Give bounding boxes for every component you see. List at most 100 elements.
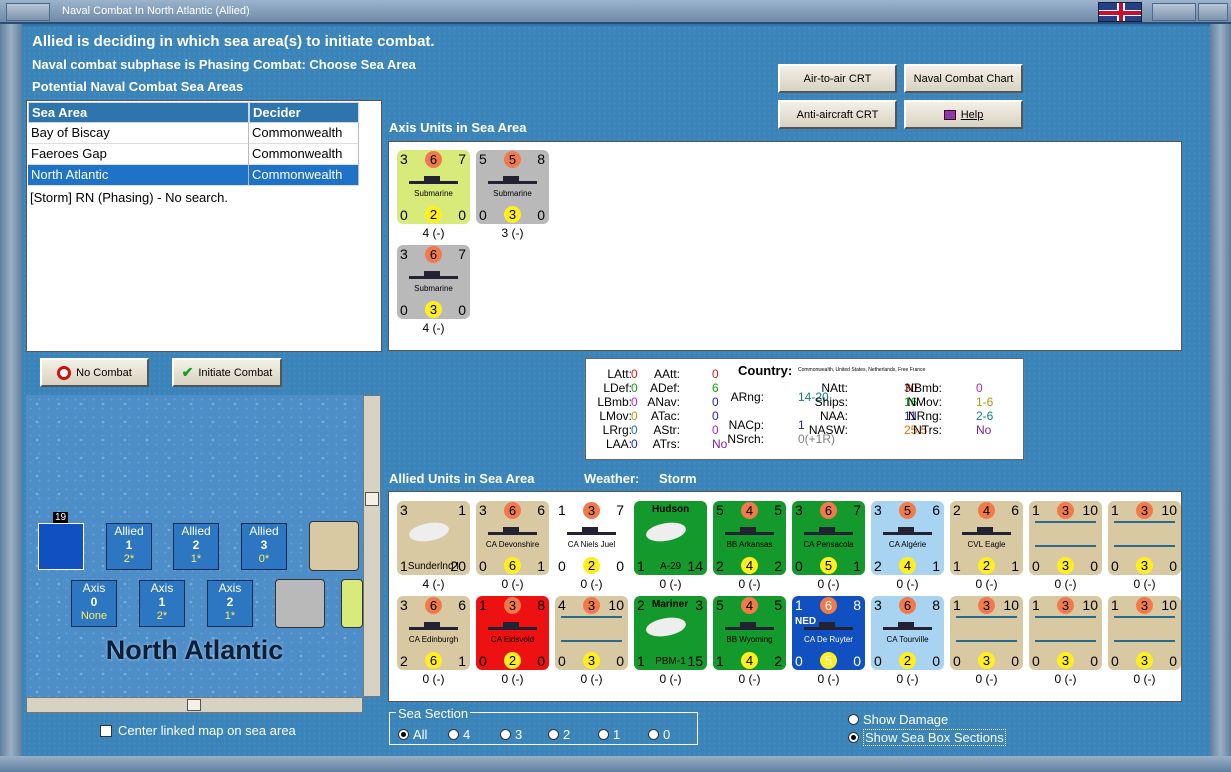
unit-counter[interactable]: 3 7 0 0 6 3 Submarine	[397, 245, 470, 319]
submarine-counter[interactable]	[341, 579, 363, 628]
sea-area-map[interactable]: 19 Allied 1 2* Allied 2 1* Allied 3 0* Axis 0 No…	[26, 395, 363, 697]
center-map-option[interactable]: Center linked map on sea area	[100, 723, 296, 738]
unit-tr-value: 5	[774, 502, 782, 518]
unit-tc-value: 6	[425, 151, 442, 168]
unit-counter[interactable]: 3 7 0 0 6 2 Submarine	[397, 150, 470, 224]
unit-br-value: 1	[537, 558, 545, 574]
system-menu-button[interactable]	[6, 3, 50, 21]
stat-value: 0	[712, 423, 719, 437]
unit-name: CA De Ruyter	[804, 635, 853, 644]
unit-br-value: 0	[1090, 558, 1098, 574]
phase-heading: Allied is deciding in which sea area(s) …	[32, 33, 435, 50]
unit-counter[interactable]: 1 10 0 0 3 3	[950, 596, 1023, 670]
button-label: Initiate Combat	[198, 366, 273, 379]
unit-counter[interactable]: 3 6 0 1 6 6 CA Devonshire	[476, 501, 549, 575]
unit-counter[interactable]: 1 10 0 0 3 3	[1108, 501, 1181, 575]
radio-button[interactable]	[848, 732, 859, 743]
uk-flag-icon	[1098, 2, 1142, 22]
initiate-combat-button[interactable]: ✔ Initiate Combat	[172, 358, 282, 387]
no-combat-button[interactable]: No Combat	[40, 358, 149, 387]
map-vertical-scrollbar[interactable]	[363, 395, 381, 697]
unit-tr-value: 8	[853, 597, 861, 613]
unit-bl-value: 0	[558, 653, 566, 669]
unit-tr-value: 10	[1082, 502, 1098, 518]
book-icon	[943, 109, 956, 120]
box-label: Allied	[114, 524, 144, 538]
aircraft-icon	[644, 613, 688, 641]
unit-counter[interactable]: 3 7 0 1 6 5 CA Pensacola	[792, 501, 865, 575]
unit-tr-value: 6	[932, 502, 940, 518]
sea-section-4[interactable]: 4	[448, 727, 470, 742]
close-button[interactable]	[1198, 3, 1228, 21]
help-button[interactable]: Help	[904, 100, 1023, 129]
allied-box-1[interactable]: Allied 1 2*	[106, 523, 152, 570]
unit-tc-value: 3	[583, 502, 600, 519]
stat-key: NAA:	[819, 409, 848, 423]
sunderland-counter[interactable]	[309, 521, 359, 571]
unit-bl-value: 0	[400, 302, 408, 318]
map-horizontal-scrollbar[interactable]	[26, 697, 363, 713]
unit-counter[interactable]: 5 5 1 2 4 4 BB Wyoming	[713, 596, 786, 670]
col-decider[interactable]: Decider	[249, 102, 359, 123]
unit-tc-value: 3	[583, 597, 600, 614]
radio-button[interactable]	[648, 729, 659, 740]
center-map-checkbox[interactable]	[100, 724, 112, 737]
submarine-counter[interactable]	[275, 579, 325, 628]
sea-areas-label: Potential Naval Combat Sea Areas	[32, 79, 244, 94]
axis-box-0[interactable]: Axis 0 None	[71, 580, 117, 627]
unit-counter[interactable]: 3 1 1 20 Sunderlnd I	[397, 501, 470, 575]
radio-button[interactable]	[548, 729, 559, 740]
radio-button[interactable]	[598, 729, 609, 740]
unit-counter[interactable]: 1 14 Hudson A-29	[634, 501, 707, 575]
unit-counter[interactable]: 1 7 0 0 3 2 CA Niels Juel	[555, 501, 628, 575]
stat-key: LAA:	[605, 437, 632, 451]
minimize-button[interactable]	[1152, 3, 1196, 21]
unit-counter[interactable]: 5 5 2 2 4 4 BB Arkansas	[713, 501, 786, 575]
stat-key: NTrs:	[913, 423, 942, 437]
unit-counter[interactable]: 4 10 0 0 3 3	[555, 596, 628, 670]
scroll-thumb[interactable]	[187, 699, 201, 711]
radio-button[interactable]	[500, 729, 511, 740]
unit-counter[interactable]: 2 6 1 1 4 2 CVL Eagle	[950, 501, 1023, 575]
unit-counter[interactable]: 5 8 0 0 5 3 Submarine	[476, 150, 549, 224]
table-row-selected[interactable]: North Atlantic Commonwealth	[28, 165, 359, 186]
unit-br-value: 0	[1090, 653, 1098, 669]
box-number: 1	[125, 538, 133, 552]
unit-counter[interactable]: 2 3 1 15 Mariner PBM-1	[634, 596, 707, 670]
unit-counter[interactable]: 3 6 2 1 6 6 CA Edinburgh	[397, 596, 470, 670]
unit-counter[interactable]: 3 6 2 1 5 4 CA Algérie	[871, 501, 944, 575]
radio-button[interactable]	[848, 714, 859, 725]
sea-section-0[interactable]: 0	[648, 727, 670, 742]
sea-section-all[interactable]: All	[398, 727, 427, 742]
sea-section-2[interactable]: 2	[548, 727, 570, 742]
unit-tl-value: 3	[400, 151, 408, 167]
axis-box-2[interactable]: Axis 2 1*	[207, 580, 253, 627]
unit-counter[interactable]: 1 8 0 0 6 5 NED CA De Ruyter	[792, 596, 865, 670]
sea-section-3[interactable]: 3	[500, 727, 522, 742]
unit-counter[interactable]: 1 10 0 0 3 3	[1108, 596, 1181, 670]
unit-counter[interactable]: 1 10 0 0 3 3	[1029, 596, 1102, 670]
show-damage-option[interactable]: Show Damage	[848, 712, 948, 727]
sea-section-1[interactable]: 1	[598, 727, 620, 742]
allied-box-3[interactable]: Allied 3 0*	[241, 523, 287, 570]
allied-box-2[interactable]: Allied 2 1*	[173, 523, 219, 570]
table-row[interactable]: Faeroes Gap Commonwealth	[28, 144, 359, 165]
aa-crt-button[interactable]: Anti-aircraft CRT	[778, 100, 897, 129]
naval-chart-button[interactable]: Naval Combat Chart	[904, 64, 1023, 93]
stack-counter[interactable]: 19	[38, 512, 84, 570]
unit-counter[interactable]: 3 8 0 0 6 2 CA Tourville	[871, 596, 944, 670]
option-label: Show Sea Box Sections	[863, 729, 1006, 746]
radio-button[interactable]	[448, 729, 459, 740]
unit-br-value: 0	[932, 653, 940, 669]
air-crt-button[interactable]: Air-to-air CRT	[778, 64, 897, 93]
col-sea-area[interactable]: Sea Area	[28, 102, 249, 123]
radio-button[interactable]	[398, 729, 409, 740]
unit-br-value: 1	[932, 558, 940, 574]
axis-box-1[interactable]: Axis 1 2*	[139, 580, 185, 627]
scroll-thumb[interactable]	[365, 492, 379, 506]
show-sea-box-option[interactable]: Show Sea Box Sections	[848, 729, 1006, 746]
unit-counter[interactable]: 1 10 0 0 3 3	[1029, 501, 1102, 575]
unit-counter[interactable]: 1 8 0 0 3 2 CA Eidsvold	[476, 596, 549, 670]
unit-tl-value: 4	[558, 597, 566, 613]
table-row[interactable]: Bay of Biscay Commonwealth	[28, 123, 359, 144]
